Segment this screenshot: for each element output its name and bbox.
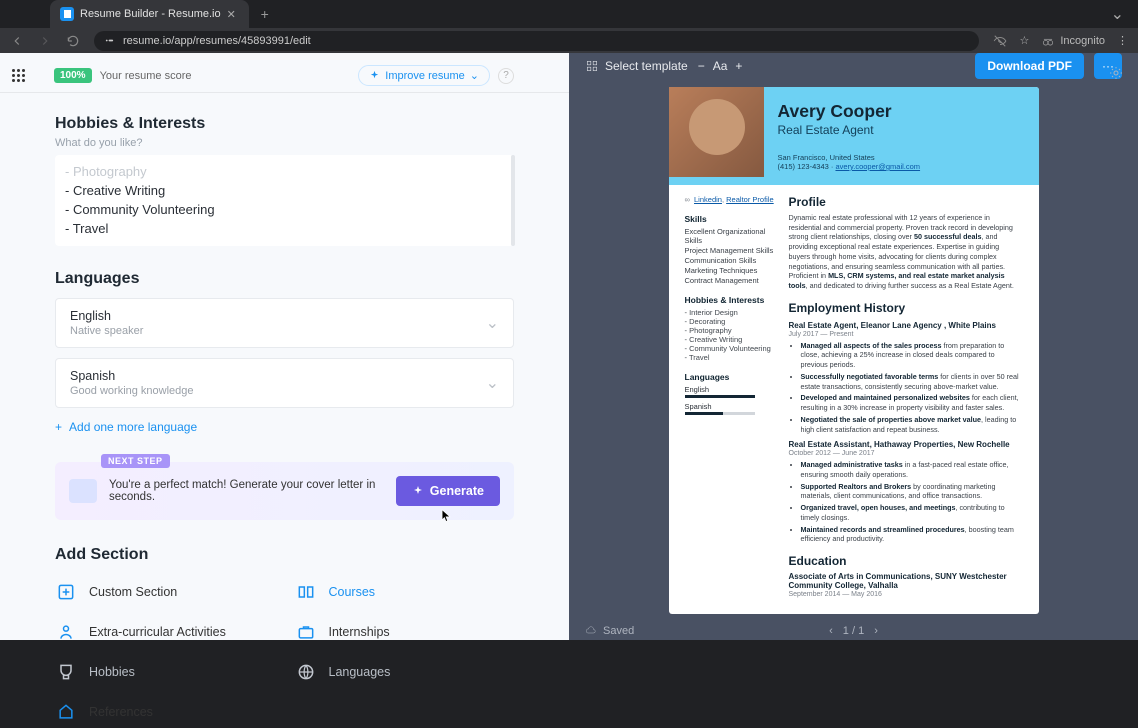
avatar	[669, 87, 764, 177]
bookmark-star-icon[interactable]: ☆	[1019, 34, 1029, 47]
hobbies-icon	[55, 661, 77, 683]
next-page-button[interactable]: ›	[874, 625, 878, 637]
next-step-text: You're a perfect match! Generate your co…	[109, 479, 396, 503]
grid-icon	[585, 59, 599, 73]
url-text: resume.io/app/resumes/45893991/edit	[123, 35, 311, 47]
saved-status: Saved	[585, 625, 634, 637]
courses-icon	[295, 581, 317, 603]
help-icon[interactable]: ?	[498, 68, 514, 84]
add-internships[interactable]: Internships	[295, 616, 515, 648]
hobbies-heading: Hobbies & Interests	[55, 115, 514, 133]
chevron-down-icon: ⌄	[486, 373, 499, 393]
font-decrease-button[interactable]: −	[698, 59, 705, 73]
add-extracurricular[interactable]: Extra-curricular Activities	[55, 616, 275, 648]
sparkle-icon	[412, 485, 424, 497]
references-icon	[55, 701, 77, 723]
add-hobbies: Hobbies	[55, 656, 275, 688]
incognito-icon	[1041, 34, 1055, 48]
improve-resume-button[interactable]: Improve resume ⌄	[358, 65, 490, 86]
hobbies-textarea[interactable]: - Photography - Creative Writing - Commu…	[55, 155, 514, 246]
reload-icon[interactable]	[66, 34, 80, 48]
page-indicator: 1 / 1	[843, 625, 864, 637]
forward-icon	[38, 34, 52, 48]
browser-tab[interactable]: Resume Builder - Resume.io ✕	[50, 0, 249, 28]
languages-icon	[295, 661, 317, 683]
add-courses[interactable]: Courses	[295, 576, 515, 608]
language-item-english[interactable]: English Native speaker ⌄	[55, 298, 514, 348]
download-pdf-button[interactable]: Download PDF	[975, 53, 1084, 79]
close-tab-icon[interactable]: ✕	[227, 8, 239, 20]
resume-name: Avery Cooper	[778, 101, 921, 122]
add-custom-section[interactable]: Custom Section	[55, 576, 275, 608]
next-step-banner: NEXT STEP You're a perfect match! Genera…	[55, 462, 514, 520]
activities-icon	[55, 621, 77, 643]
favicon	[60, 7, 74, 21]
score-label: Your resume score	[100, 70, 192, 82]
add-section-heading: Add Section	[55, 546, 514, 564]
sparkle-icon	[369, 70, 380, 81]
internships-icon	[295, 621, 317, 643]
hobbies-hint: What do you like?	[55, 137, 514, 149]
resume-preview: Avery Cooper Real Estate Agent San Franc…	[669, 87, 1039, 614]
chevron-down-icon: ⌄	[470, 69, 479, 82]
add-languages: Languages	[295, 656, 515, 688]
add-references[interactable]: References	[55, 696, 275, 728]
gear-icon[interactable]	[1108, 65, 1124, 81]
plus-icon: +	[55, 420, 62, 434]
tab-title: Resume Builder - Resume.io	[80, 8, 221, 20]
add-language-button[interactable]: + Add one more language	[55, 420, 514, 434]
incognito-badge: Incognito	[1041, 34, 1105, 48]
chevron-down-icon: ⌄	[486, 313, 499, 333]
apps-grid-icon[interactable]	[12, 69, 30, 82]
back-icon[interactable]	[10, 34, 24, 48]
select-template-button[interactable]: Select template	[585, 59, 688, 73]
url-field[interactable]: resume.io/app/resumes/45893991/edit	[94, 31, 979, 51]
window-chevron-icon[interactable]: ⌄	[1111, 4, 1124, 24]
next-step-tag: NEXT STEP	[101, 454, 170, 468]
resume-role: Real Estate Agent	[778, 123, 921, 137]
resume-contact: San Francisco, United States (415) 123-4…	[778, 153, 921, 171]
site-settings-icon[interactable]	[104, 35, 115, 46]
font-increase-button[interactable]: +	[735, 59, 742, 73]
font-size-label: Aa	[713, 59, 728, 73]
custom-section-icon	[55, 581, 77, 603]
browser-menu-icon[interactable]: ⋮	[1117, 34, 1128, 47]
score-badge: 100%	[54, 68, 92, 83]
new-tab-button[interactable]: +	[261, 6, 269, 22]
language-item-spanish[interactable]: Spanish Good working knowledge ⌄	[55, 358, 514, 408]
cloud-check-icon	[585, 625, 597, 637]
generate-button[interactable]: Generate	[396, 476, 500, 506]
languages-heading: Languages	[55, 270, 514, 288]
prev-page-button[interactable]: ‹	[829, 625, 833, 637]
eye-off-icon[interactable]	[993, 34, 1007, 48]
robot-icon	[69, 479, 97, 503]
